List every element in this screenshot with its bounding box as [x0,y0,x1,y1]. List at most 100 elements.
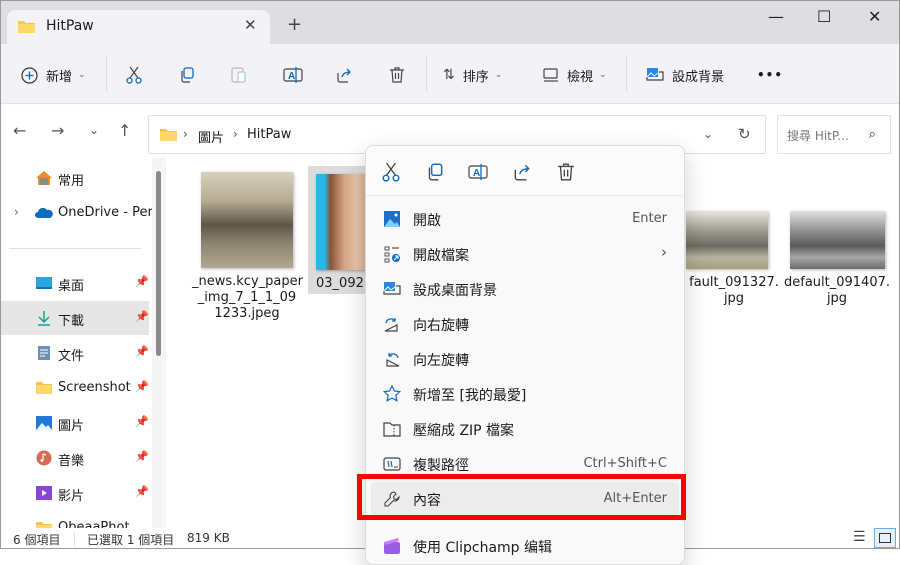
set-background-label: 設成背景 [672,69,725,85]
command-bar: 新增 ⌄ A ⇅ 排序 ⌄ 檢視 ⌄ 設成背景 ••• [1,44,899,104]
tab-hitpaw[interactable]: HitPaw ✕ [7,10,270,44]
pin-icon[interactable]: 📌 [135,275,149,288]
file-item[interactable]: _news.kcy_paper _img_7_1_1_09 1233.jpeg [192,172,303,322]
svg-text:A: A [288,71,295,82]
selected-size: 819 KB [187,531,230,545]
search-input[interactable]: 搜尋 HitP... [787,127,849,144]
menu-item-open-with[interactable]: 開啟檔案 › [371,237,679,271]
menu-item-rotate-left[interactable]: 向左旋轉 [371,342,679,376]
sidebar-item-desktop[interactable]: 桌面 📌 [1,266,149,300]
delete-icon[interactable] [556,162,576,182]
copy-icon[interactable] [425,162,445,182]
plus-circle-icon [21,66,38,84]
file-item[interactable]: default_091407. jpg [782,211,892,307]
sidebar-item-documents[interactable]: 文件 📌 [1,336,149,370]
minimize-button[interactable]: — [768,7,784,26]
new-label: 新增 [46,69,73,85]
recent-locations-button[interactable]: ⌄ [89,123,99,137]
expand-chevron-icon[interactable]: › [14,205,19,219]
address-dropdown-button[interactable]: ⌄ [703,127,713,141]
new-button[interactable]: 新增 ⌄ [21,62,86,88]
menu-item-add-to-favorites[interactable]: 新增至 [我的最愛] [371,377,679,411]
view-button[interactable]: 檢視 ⌄ [543,62,607,88]
pin-icon[interactable]: 📌 [135,345,149,358]
chevron-down-icon: ⌄ [78,70,86,80]
cut-button[interactable] [125,62,143,88]
back-button[interactable]: ← [13,121,26,140]
divider [106,57,107,91]
scissors-icon [126,66,142,84]
set-background-button[interactable]: 設成背景 [646,62,724,88]
menu-item-label: 開啟 [413,213,441,229]
search-icon: ⌕ [868,127,876,142]
sidebar-item-music[interactable]: 音樂 📌 [1,441,149,475]
sidebar-item-videos[interactable]: 影片 📌 [1,476,149,510]
sidebar-item-screenshot[interactable]: Screenshot 📌 [1,371,149,405]
clipchamp-icon [384,538,400,554]
new-tab-button[interactable]: + [287,14,302,35]
menu-item-label: 複製路徑 [413,458,469,474]
pin-icon[interactable]: 📌 [135,380,149,393]
star-icon [383,385,401,402]
file-name-line: 03_0921 [316,276,373,291]
onedrive-icon [35,207,53,218]
up-button[interactable]: ↑ [118,121,131,140]
menu-item-open[interactable]: 開啟 Enter [371,202,679,236]
delete-button[interactable] [388,62,406,88]
sidebar-item-pictures[interactable]: 圖片 📌 [1,406,149,440]
documents-icon [38,346,50,360]
sort-label: 排序 [462,69,489,85]
sidebar-item-label: 圖片 [58,419,85,434]
close-tab-icon[interactable]: ✕ [244,16,257,34]
close-window-button[interactable]: ✕ [868,7,881,26]
sidebar-item-label: OneDrive - Pers [58,205,160,220]
copy-button[interactable] [178,62,196,88]
paste-button[interactable] [230,62,248,88]
menu-item-label: 壓縮成 ZIP 檔案 [413,423,515,439]
pin-icon[interactable]: 📌 [135,485,149,498]
folder-icon [36,382,52,394]
copy-icon [181,67,194,83]
menu-item-edit-with-clipchamp[interactable]: 使用 Clipchamp 编辑 [371,529,679,563]
rename-button[interactable]: A [283,62,303,88]
share-icon[interactable] [512,162,532,182]
sidebar-item-label: 下載 [58,314,85,329]
file-name-line: 1233.jpeg [214,306,280,321]
pin-icon[interactable]: 📌 [135,310,149,323]
rename-icon: A [283,67,303,83]
menu-item-shortcut: Ctrl+Shift+C [583,456,667,471]
file-name-line: jpg [826,291,848,306]
refresh-button[interactable]: ↻ [738,125,751,143]
divider [74,533,75,546]
details-view-button[interactable]: ☰ [853,529,866,545]
share-button[interactable] [335,62,353,88]
set-background-icon [646,68,664,81]
file-thumbnail [789,211,885,269]
more-options-button[interactable]: ••• [757,62,783,88]
pin-icon[interactable]: 📌 [135,415,149,428]
sidebar-divider [9,248,141,249]
menu-item-compress-zip[interactable]: 壓縮成 ZIP 檔案 [371,412,679,446]
menu-item-rotate-right[interactable]: 向右旋轉 [371,307,679,341]
menu-item-label: 開啟檔案 [413,248,469,264]
file-name-line: _news.kcy_paper [192,274,303,289]
menu-item-set-desktop-background[interactable]: 設成桌面背景 [371,272,679,306]
cut-icon[interactable] [381,162,401,182]
divider [626,57,627,91]
file-item-selected[interactable]: 03_0921 [308,166,374,294]
pin-icon[interactable]: 📌 [135,450,149,463]
rename-icon[interactable]: A [468,162,488,182]
breadcrumb-hitpaw[interactable]: HitPaw [247,127,291,142]
folder-icon [18,21,35,33]
sidebar-item-onedrive[interactable]: › OneDrive - Pers [1,196,160,230]
sidebar-item-home[interactable]: 常用 [1,161,149,195]
breadcrumb-pictures[interactable]: 圖片 [198,127,224,146]
maximize-button[interactable]: ☐ [817,7,831,26]
forward-button[interactable]: → [51,121,64,140]
sort-button[interactable]: ⇅ 排序 ⌄ [443,62,502,88]
file-item[interactable]: fault_091327. jpg [684,211,784,307]
search-box[interactable]: 搜尋 HitP... ⌕ [777,115,891,154]
rotate-right-icon [384,318,398,332]
sidebar-item-downloads[interactable]: 下載 📌 [1,301,149,335]
sidebar-scrollbar-thumb[interactable] [156,171,161,356]
